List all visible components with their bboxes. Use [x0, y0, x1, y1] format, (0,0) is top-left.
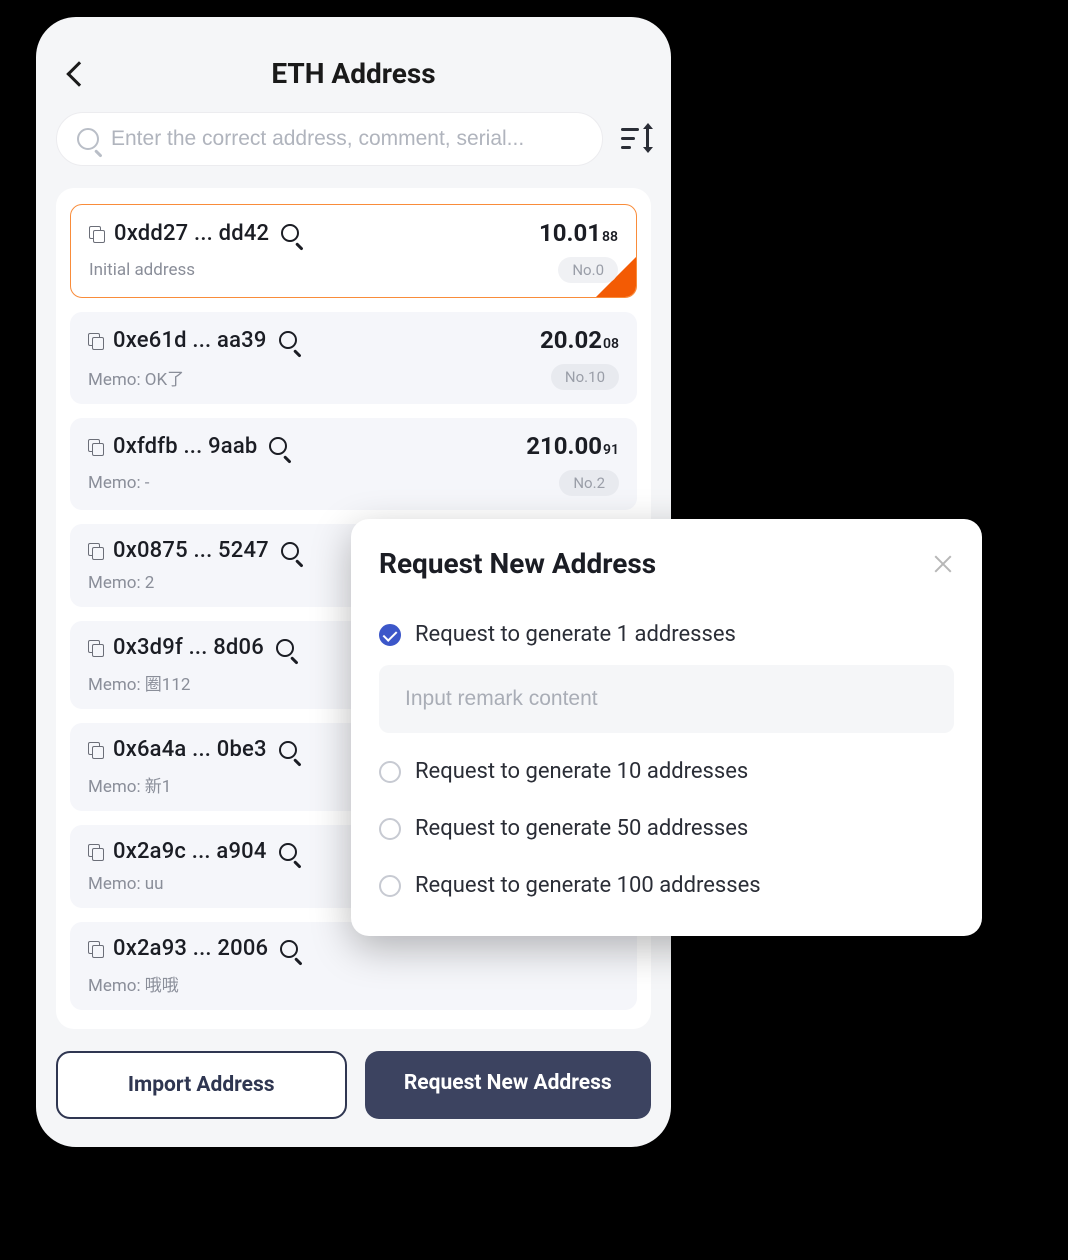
copy-icon[interactable] — [88, 844, 103, 859]
magnify-icon[interactable] — [281, 224, 299, 242]
search-input[interactable] — [111, 127, 582, 151]
memo-text: Initial address — [89, 260, 195, 280]
remark-input[interactable] — [379, 665, 954, 733]
remark-input-wrap — [379, 665, 954, 733]
magnify-icon[interactable] — [279, 843, 297, 861]
magnify-icon[interactable] — [281, 542, 299, 560]
address-card[interactable]: 0xe61d ... aa39 20.0208 Memo: OK了 No.10 — [70, 312, 637, 404]
modal-header: Request New Address — [379, 547, 954, 580]
address-subrow: Memo: OK了 No.10 — [88, 364, 619, 390]
app-header: ETH Address — [56, 37, 651, 112]
radio-icon[interactable] — [379, 875, 401, 897]
serial-badge: No.0 — [558, 257, 618, 283]
search-box[interactable] — [56, 112, 603, 166]
address-row: 0xfdfb ... 9aab 210.0091 — [88, 432, 619, 460]
import-address-button[interactable]: Import Address — [56, 1051, 347, 1119]
address-text: 0x3d9f ... 8d06 — [113, 635, 264, 660]
copy-icon[interactable] — [88, 439, 103, 454]
address-text: 0x6a4a ... 0be3 — [113, 737, 267, 762]
address-text: 0x0875 ... 5247 — [113, 538, 269, 563]
address-row: 0xdd27 ... dd42 10.0188 — [89, 219, 618, 247]
magnify-icon[interactable] — [279, 331, 297, 349]
balance-value: 20.0208 — [540, 326, 619, 354]
radio-option[interactable]: Request to generate 50 addresses — [379, 800, 954, 857]
memo-text: Memo: 2 — [88, 573, 154, 593]
memo-text: Memo: 哦哦 — [88, 971, 179, 996]
address-text: 0x2a93 ... 2006 — [113, 936, 268, 961]
radio-label: Request to generate 50 addresses — [415, 816, 748, 841]
memo-text: Memo: - — [88, 473, 150, 493]
magnify-icon[interactable] — [279, 741, 297, 759]
address-card[interactable]: 0xfdfb ... 9aab 210.0091 Memo: - No.2 — [70, 418, 637, 510]
address-subrow: Memo: 哦哦 — [88, 971, 619, 996]
address-text: 0xdd27 ... dd42 — [114, 221, 269, 246]
radio-option[interactable]: Request to generate 1 addresses — [379, 606, 954, 663]
copy-icon[interactable] — [88, 742, 103, 757]
page-title: ETH Address — [56, 57, 651, 90]
close-icon[interactable] — [932, 553, 954, 575]
address-text: 0x2a9c ... a904 — [113, 839, 267, 864]
search-row — [56, 112, 651, 166]
balance-value: 210.0091 — [526, 432, 619, 460]
memo-text: Memo: uu — [88, 874, 164, 894]
request-address-modal: Request New Address Request to generate … — [351, 519, 982, 936]
radio-checked-icon[interactable] — [379, 624, 401, 646]
address-subrow: Initial address No.0 — [89, 257, 618, 283]
address-card[interactable]: 0xdd27 ... dd42 10.0188 Initial address No.… — [70, 204, 637, 298]
serial-badge: No.2 — [559, 470, 619, 496]
address-text: 0xfdfb ... 9aab — [113, 434, 257, 459]
copy-icon[interactable] — [88, 543, 103, 558]
magnify-icon[interactable] — [280, 940, 298, 958]
sort-button[interactable] — [621, 124, 651, 154]
search-icon — [77, 128, 99, 150]
copy-icon[interactable] — [89, 226, 104, 241]
copy-icon[interactable] — [88, 640, 103, 655]
bottom-bar: Import Address Request New Address — [56, 1051, 651, 1119]
copy-icon[interactable] — [88, 333, 103, 348]
address-text: 0xe61d ... aa39 — [113, 328, 267, 353]
modal-title: Request New Address — [379, 547, 656, 580]
radio-icon[interactable] — [379, 818, 401, 840]
magnify-icon[interactable] — [276, 639, 294, 657]
radio-label: Request to generate 1 addresses — [415, 622, 736, 647]
memo-text: Memo: OK了 — [88, 365, 184, 390]
radio-option[interactable]: Request to generate 100 addresses — [379, 857, 954, 914]
radio-option[interactable]: Request to generate 10 addresses — [379, 743, 954, 800]
memo-text: Memo: 圈112 — [88, 670, 190, 695]
radio-label: Request to generate 10 addresses — [415, 759, 748, 784]
copy-icon[interactable] — [88, 941, 103, 956]
magnify-icon[interactable] — [269, 437, 287, 455]
address-row: 0xe61d ... aa39 20.0208 — [88, 326, 619, 354]
serial-badge: No.10 — [551, 364, 619, 390]
request-new-address-button[interactable]: Request New Address — [365, 1051, 652, 1119]
balance-value: 10.0188 — [539, 219, 618, 247]
memo-text: Memo: 新1 — [88, 772, 171, 797]
radio-label: Request to generate 100 addresses — [415, 873, 761, 898]
address-row: 0x2a93 ... 2006 — [88, 936, 619, 961]
address-subrow: Memo: - No.2 — [88, 470, 619, 496]
radio-icon[interactable] — [379, 761, 401, 783]
